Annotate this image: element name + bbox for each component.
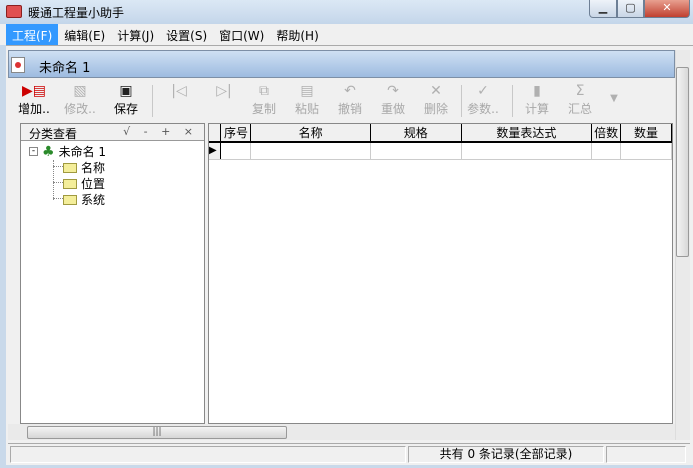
toolbar: ▶▤ 增加.. ▧ 修改.. ▣ 保存 |◁ ▷| ⧉ 复制 ▤ 粘贴 ↶ 撤销 ↷ 重做 ✕… [14,80,673,121]
tree-node-system[interactable]: 系统 [63,191,105,208]
calculate-label: 计算 [524,102,549,116]
document-title: 未命名 1 [39,61,91,76]
horizontal-scroll-thumb[interactable]: ||| [27,426,287,439]
tree-node-name[interactable]: 名称 [63,159,105,176]
edit-icon: ▧ [73,83,87,99]
folder-icon [63,178,77,189]
column-header[interactable]: 规格 [370,124,462,143]
move-last-icon: ▷| [216,83,232,99]
chevron-down-icon: ▼ [610,93,618,104]
tree-node-label: 名称 [81,161,106,175]
maximize-button[interactable]: ▢ [617,0,644,18]
tree-root[interactable]: - ♣ 未命名 1 [29,143,106,160]
grid-cell[interactable] [461,142,593,160]
tree-root-label: 未命名 1 [58,145,107,159]
data-grid: 序号 名称 规格 数量表达式 倍数 数量 ▶ [208,123,673,424]
save-label: 保存 [113,102,138,116]
menu-calculate[interactable]: 计算(J) [111,24,160,45]
delete-button[interactable]: ✕ 删除 [416,82,456,117]
status-bar: 共有 0 条记录(全部记录) [8,443,690,463]
column-header[interactable]: 数量表达式 [461,124,593,143]
category-panel-title: 分类查看 [29,127,78,141]
copy-label: 复制 [251,102,276,116]
grid-header: 序号 名称 规格 数量表达式 倍数 数量 [209,124,672,143]
save-icon: ▣ [119,83,133,99]
paste-label: 粘贴 [294,102,319,116]
category-panel: 分类查看 √ - + × - ♣ 未命名 1 名称 位置 系统 [20,123,205,424]
edit-button[interactable]: ▧ 修改.. [60,82,100,117]
copy-icon: ⧉ [259,83,269,99]
save-button[interactable]: ▣ 保存 [106,82,146,117]
table-row[interactable]: ▶ [209,142,672,160]
grid-cell[interactable] [620,142,672,160]
panel-buttons[interactable]: √ - + × [123,125,198,138]
calculate-button[interactable]: ▮ 计算 [517,82,557,117]
spellcheck-icon: ✓ [477,83,489,99]
undo-button[interactable]: ↶ 撤销 [330,82,370,117]
delete-label: 删除 [423,102,448,116]
edit-label: 修改.. [64,102,96,116]
move-first-button[interactable]: |◁ [159,82,199,100]
undo-label: 撤销 [337,102,362,116]
record-count: 共有 0 条记录(全部记录) [408,446,604,463]
paste-button[interactable]: ▤ 粘贴 [287,82,327,117]
grid-cell[interactable] [370,142,462,160]
tree-icon: ♣ [42,143,55,160]
delete-icon: ✕ [430,83,442,99]
tree-node-label: 位置 [81,177,106,191]
calculate-icon: ▮ [533,83,541,99]
vertical-scroll-thumb[interactable] [676,67,689,257]
move-last-button[interactable]: ▷| [204,82,244,100]
grid-cell[interactable] [591,142,622,160]
row-indicator-header [209,124,222,143]
toolbar-more-button[interactable]: ▼ [594,90,634,108]
parameters-label: 参数.. [467,102,499,116]
redo-icon: ↷ [387,83,399,99]
tree-node-location[interactable]: 位置 [63,175,105,192]
window-title: 暖通工程量小助手 [28,6,125,20]
redo-button[interactable]: ↷ 重做 [373,82,413,117]
menu-edit[interactable]: 编辑(E) [58,24,111,45]
add-label: 增加.. [18,102,50,116]
grid-cell[interactable] [250,142,371,160]
move-first-icon: |◁ [171,83,187,99]
add-button[interactable]: ▶▤ 增加.. [14,82,54,117]
minimize-button[interactable]: ▁ [589,0,617,18]
document-icon [11,57,25,73]
menu-project[interactable]: 工程(F) [6,24,59,45]
menu-help[interactable]: 帮助(H) [270,24,324,45]
status-panel-right [606,446,686,463]
menu-window[interactable]: 窗口(W) [213,24,270,45]
column-header[interactable]: 倍数 [591,124,622,143]
status-panel-left [10,446,406,463]
column-header[interactable]: 数量 [620,124,672,143]
tree-node-label: 系统 [81,193,106,207]
paste-icon: ▤ [300,83,314,99]
menu-settings[interactable]: 设置(S) [160,24,213,45]
folder-icon [63,162,77,173]
copy-button[interactable]: ⧉ 复制 [244,82,284,117]
undo-icon: ↶ [344,83,356,99]
column-header[interactable]: 名称 [250,124,371,143]
sum-label: 汇总 [567,102,592,116]
grid-cell[interactable] [220,142,252,160]
app-icon [6,5,22,18]
parameters-button[interactable]: ✓ 参数.. [463,82,503,117]
redo-label: 重做 [380,102,405,116]
menu-bar: 工程(F) 编辑(E) 计算(J) 设置(S) 窗口(W) 帮助(H) [0,24,693,45]
current-row-icon: ▶ [209,142,222,160]
document-title-bar: 未命名 1 [8,50,675,78]
close-button[interactable]: ✕ [644,0,690,18]
folder-icon [63,194,77,205]
column-header[interactable]: 序号 [220,124,252,143]
add-document-icon: ▶▤ [22,83,46,99]
collapse-icon[interactable]: - [29,147,38,156]
